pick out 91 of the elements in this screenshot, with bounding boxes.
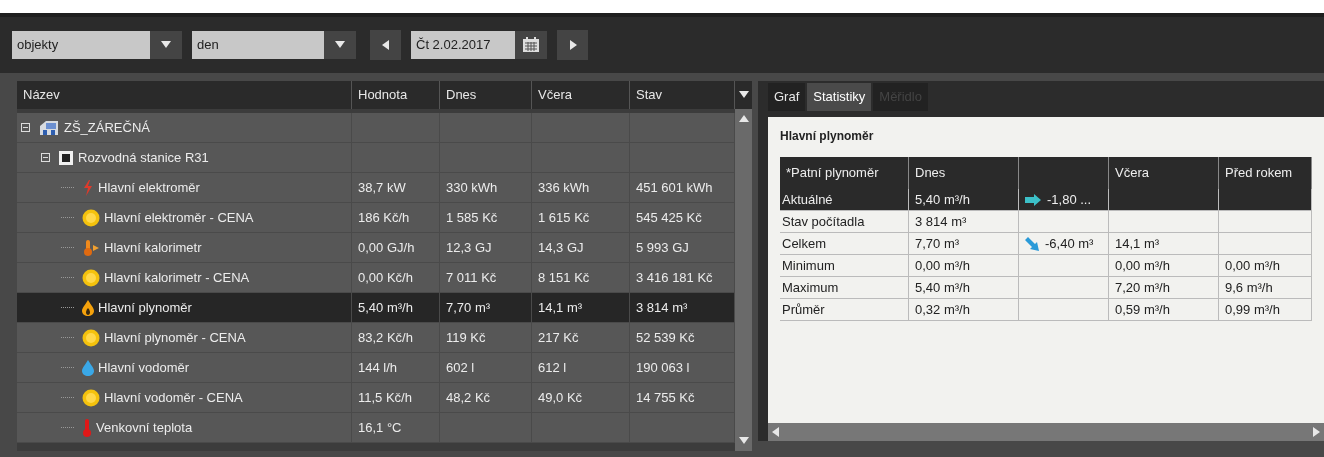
stat-value: 0,59 m³/h bbox=[1115, 300, 1170, 319]
stat-value: 3 814 m³ bbox=[915, 212, 967, 231]
value-cell-text: 1 585 Kč bbox=[446, 208, 498, 227]
stat-value: 0,00 m³/h bbox=[915, 256, 970, 275]
stat-value: 0,00 m³/h bbox=[1115, 256, 1170, 275]
column-header[interactable]: Název bbox=[17, 81, 352, 109]
value-cell-text: 14,3 GJ bbox=[538, 238, 584, 257]
stat-value: -6,40 m³ bbox=[1045, 234, 1094, 253]
stat-value: 5,40 m³/h bbox=[915, 190, 970, 209]
value-cell-text: 612 l bbox=[538, 358, 567, 377]
value-cell-text: 0,00 GJ/h bbox=[358, 238, 415, 257]
column-header[interactable]: Včera bbox=[532, 81, 630, 109]
value-cell-text: 16,1 °C bbox=[358, 418, 402, 437]
value-cell-text: 186 Kč/h bbox=[358, 208, 410, 227]
row-label: Minimum bbox=[782, 256, 835, 275]
object-select[interactable]: objekty bbox=[12, 31, 150, 59]
value-cell-text: 451 601 kWh bbox=[636, 178, 713, 197]
column-header[interactable]: Dnes bbox=[440, 81, 532, 109]
value-cell-text: 119 Kč bbox=[446, 328, 486, 347]
tree-row[interactable]: Hlavní kalorimetr 0,00 GJ/h 12,3 GJ 14,3 GJ 5 993 GJ bbox=[17, 233, 735, 263]
item-name: Hlavní plynoměr bbox=[98, 298, 192, 317]
stat-value: 7,70 m³ bbox=[915, 234, 960, 253]
tree-row[interactable]: ZŠ_ZÁREČNÁ bbox=[17, 113, 735, 143]
stat-value: 14,1 m³ bbox=[1115, 234, 1160, 253]
value-cell-text: 48,2 Kč bbox=[446, 388, 491, 407]
item-name: Hlavní elektroměr bbox=[98, 178, 200, 197]
value-cell-text: 217 Kč bbox=[538, 328, 579, 347]
row-label: Průměr bbox=[782, 300, 825, 319]
value-cell-text: 190 063 l bbox=[636, 358, 690, 377]
tree-row[interactable]: Hlavní kalorimetr - CENA 0,00 Kč/h 7 011 Kč 8 151 Kč 3 416 181 Kč bbox=[17, 263, 735, 293]
item-name: Hlavní plynoměr - CENA bbox=[104, 328, 246, 347]
item-name: Hlavní kalorimetr bbox=[104, 238, 202, 257]
period-select[interactable]: den bbox=[192, 31, 324, 59]
stat-value: 0,00 m³/h bbox=[1225, 256, 1280, 275]
column-header: Před rokem bbox=[1225, 164, 1293, 183]
value-cell-text: 38,7 kW bbox=[358, 178, 406, 197]
tree-row[interactable]: Hlavní elektroměr - CENA 186 Kč/h 1 585 Kč 1 615 Kč 545 425 Kč bbox=[17, 203, 735, 233]
tree-row[interactable]: Venkovní teplota 16,1 °C bbox=[17, 413, 735, 443]
value-cell-text: 5,40 m³/h bbox=[358, 298, 413, 317]
item-name: Hlavní elektroměr - CENA bbox=[104, 208, 254, 227]
value-cell-text: 5 993 GJ bbox=[636, 238, 689, 257]
tree-row[interactable]: Hlavní elektroměr 38,7 kW 330 kWh 336 kWh 451 601 kWh bbox=[17, 173, 735, 203]
tree-row[interactable]: Hlavní vodoměr - CENA 11,5 Kč/h 48,2 Kč 49,0 Kč 14 755 Kč bbox=[17, 383, 735, 413]
value-cell-text: 545 425 Kč bbox=[636, 208, 702, 227]
item-name: Hlavní vodoměr - CENA bbox=[104, 388, 243, 407]
column-header: *Patní plynoměr bbox=[786, 164, 879, 183]
stat-value: 7,20 m³/h bbox=[1115, 278, 1170, 297]
row-label: Aktuálné bbox=[782, 190, 833, 209]
value-cell-text: 144 l/h bbox=[358, 358, 398, 377]
tree-row[interactable]: Hlavní vodoměr 144 l/h 602 l 612 l 190 063 l bbox=[17, 353, 735, 383]
value-cell-text: 3 814 m³ bbox=[636, 298, 688, 317]
item-name: ZŠ_ZÁREČNÁ bbox=[64, 118, 150, 137]
value-cell-text: 602 l bbox=[446, 358, 475, 377]
value-cell-text: 52 539 Kč bbox=[636, 328, 695, 347]
row-label: Maximum bbox=[782, 278, 839, 297]
detail-title: Hlavní plynoměr bbox=[780, 128, 875, 145]
value-cell-text: 14 755 Kč bbox=[636, 388, 695, 407]
column-header: Včera bbox=[1115, 164, 1149, 183]
value-cell-text: 8 151 Kč bbox=[538, 268, 590, 287]
value-cell-text: 14,1 m³ bbox=[538, 298, 583, 317]
item-name: Hlavní kalorimetr - CENA bbox=[104, 268, 250, 287]
column-header: Dnes bbox=[915, 164, 946, 183]
stat-value: 5,40 m³/h bbox=[915, 278, 970, 297]
date-field[interactable]: Čt 2.02.2017 bbox=[411, 31, 515, 59]
item-name: Rozvodná stanice R31 bbox=[78, 148, 209, 167]
column-header[interactable]: Hodnota bbox=[352, 81, 440, 109]
stat-value: 0,32 m³/h bbox=[915, 300, 970, 319]
value-cell-text: 7 011 Kč bbox=[446, 268, 497, 287]
tree-row[interactable]: Rozvodná stanice R31 bbox=[17, 143, 735, 173]
value-cell-text: 1 615 Kč bbox=[538, 208, 590, 227]
stat-value: -1,80 ... bbox=[1047, 190, 1092, 209]
value-cell-text: 83,2 Kč/h bbox=[358, 328, 413, 347]
row-label: Celkem bbox=[782, 234, 827, 253]
tree-row[interactable]: Hlavní plynoměr - CENA 83,2 Kč/h 119 Kč 217 Kč 52 539 Kč bbox=[17, 323, 735, 353]
value-cell-text: 7,70 m³ bbox=[446, 298, 491, 317]
value-cell-text: 330 kWh bbox=[446, 178, 498, 197]
tab[interactable]: Statistiky bbox=[807, 83, 872, 111]
value-cell-text: 0,00 Kč/h bbox=[358, 268, 413, 287]
item-name: Venkovní teplota bbox=[96, 418, 193, 437]
tab[interactable]: Graf bbox=[768, 83, 806, 111]
row-label: Stav počítadla bbox=[782, 212, 865, 231]
column-header[interactable]: Stav bbox=[630, 81, 735, 109]
value-cell-text: 12,3 GJ bbox=[446, 238, 492, 257]
value-cell-text: 11,5 Kč/h bbox=[358, 388, 412, 407]
value-cell-text: 49,0 Kč bbox=[538, 388, 583, 407]
value-cell-text: 3 416 181 Kč bbox=[636, 268, 713, 287]
stat-value: 9,6 m³/h bbox=[1225, 278, 1273, 297]
value-cell-text: 336 kWh bbox=[538, 178, 590, 197]
tree-row[interactable]: Hlavní plynoměr 5,40 m³/h 7,70 m³ 14,1 m³ 3 814 m³ bbox=[17, 293, 735, 323]
item-name: Hlavní vodoměr bbox=[98, 358, 190, 377]
stat-value: 0,99 m³/h bbox=[1225, 300, 1280, 319]
